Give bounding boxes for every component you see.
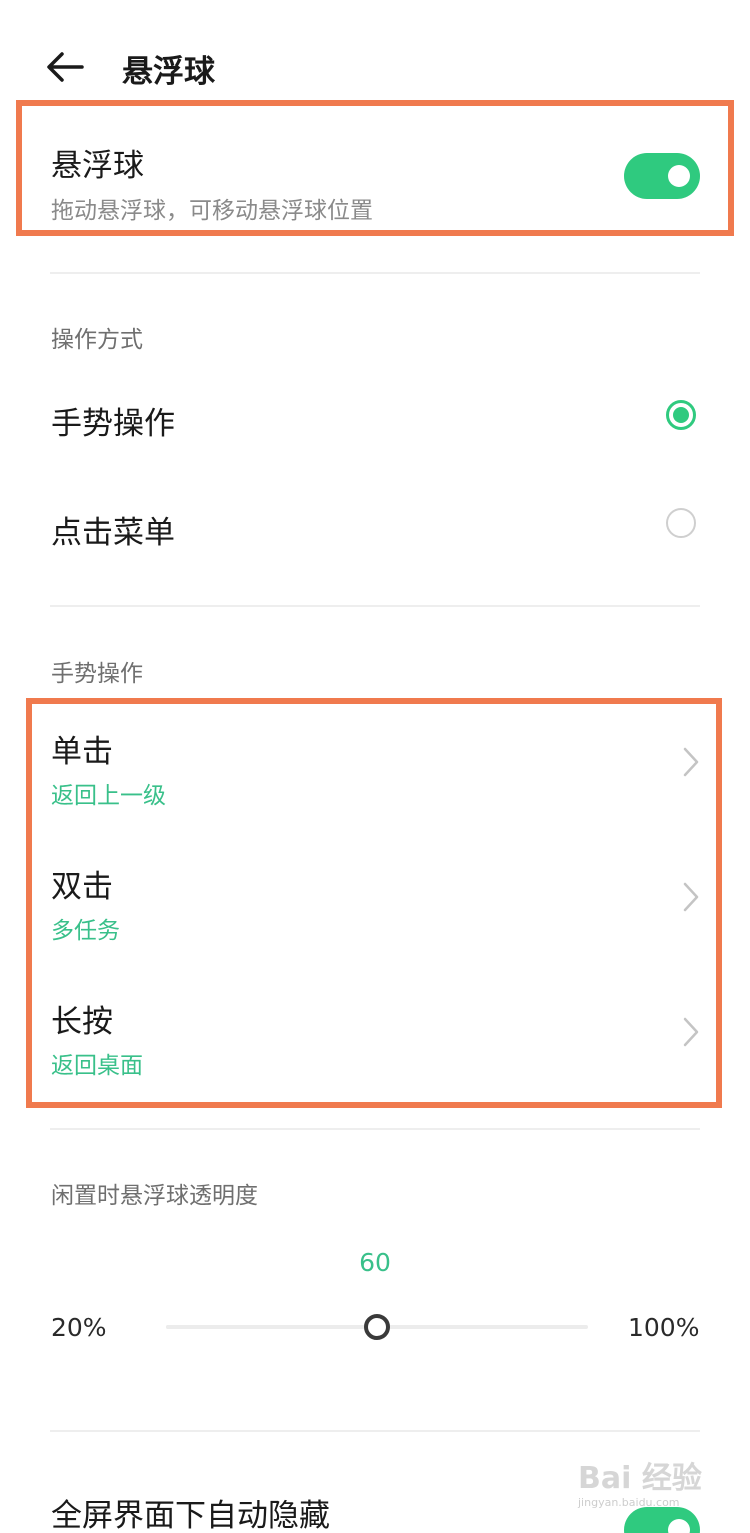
slider-max-label: 100% (628, 1313, 700, 1342)
gesture-double-tap-label[interactable]: 双击 (51, 861, 113, 906)
page-title: 悬浮球 (122, 54, 215, 90)
opacity-slider-thumb[interactable] (364, 1314, 390, 1340)
floating-ball-toggle[interactable] (624, 153, 700, 199)
floating-ball-subtitle: 拖动悬浮球，可移动悬浮球位置 (51, 198, 373, 224)
floating-ball-title: 悬浮球 (51, 148, 144, 184)
section-header-opacity: 闲置时悬浮球透明度 (51, 1183, 258, 1209)
divider (50, 1128, 700, 1130)
radio-dot (673, 407, 689, 423)
gesture-long-press-label[interactable]: 长按 (51, 996, 113, 1041)
arrow-left-icon[interactable] (44, 50, 86, 84)
opacity-slider-fill (166, 1325, 377, 1329)
divider (50, 605, 700, 607)
slider-min-label: 20% (51, 1313, 107, 1342)
gesture-double-tap-value: 多任务 (51, 918, 120, 944)
divider (50, 1430, 700, 1432)
radio-option-gesture-label[interactable]: 手势操作 (51, 398, 175, 443)
chevron-right-icon[interactable] (680, 1015, 702, 1049)
toggle-knob (668, 165, 690, 187)
divider (50, 272, 700, 274)
gesture-single-tap-label[interactable]: 单击 (51, 726, 113, 771)
opacity-slider-track[interactable] (166, 1314, 588, 1340)
gesture-long-press-value: 返回桌面 (51, 1053, 143, 1079)
radio-gesture-selected[interactable] (666, 400, 696, 430)
radio-menu-unselected[interactable] (666, 508, 696, 538)
floating-ball-settings-page: 悬浮球 悬浮球 拖动悬浮球，可移动悬浮球位置 操作方式 手势操作 点击菜单 手势… (0, 0, 750, 1533)
watermark-sub-text: jingyan.baidu.com (578, 1496, 680, 1509)
gesture-single-tap-value: 返回上一级 (51, 783, 166, 809)
baidu-jingyan-watermark: Bai 经验 jingyan.baidu.com (578, 1462, 728, 1522)
slider-value-label: 60 (359, 1248, 391, 1277)
radio-option-menu-label[interactable]: 点击菜单 (51, 507, 175, 552)
section-header-gestures: 手势操作 (51, 661, 143, 687)
watermark-main-text: Bai 经验 (578, 1461, 702, 1496)
chevron-right-icon[interactable] (680, 745, 702, 779)
auto-hide-label[interactable]: 全屏界面下自动隐藏 (51, 1490, 330, 1533)
chevron-right-icon[interactable] (680, 880, 702, 914)
section-header-operation-mode: 操作方式 (51, 327, 143, 353)
